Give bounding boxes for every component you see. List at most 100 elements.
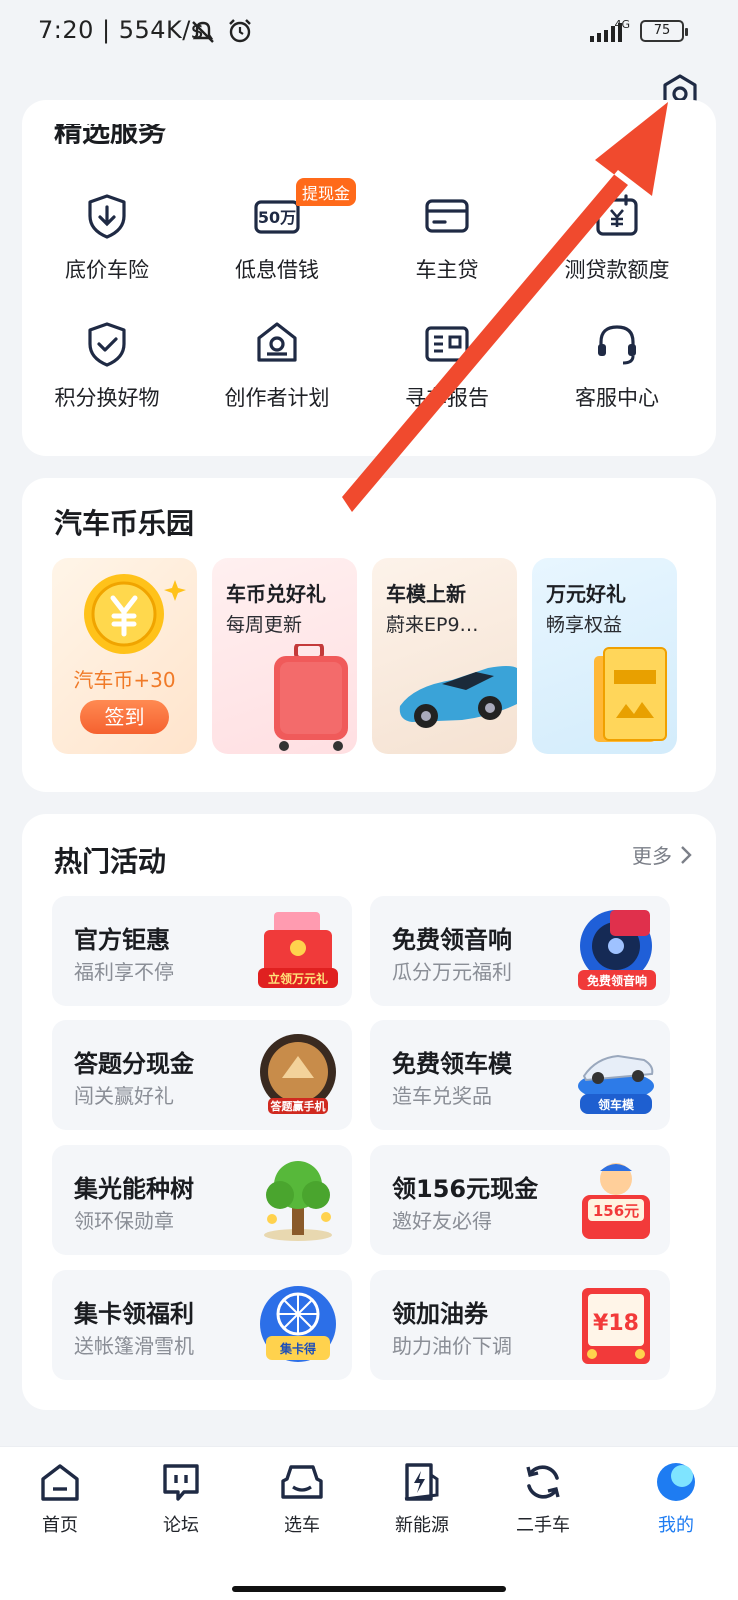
cash-badge: 提现金 (296, 178, 357, 206)
hot-events-card: 热门活动 更多 官方钜惠 福利享不停 立领万元礼 免费领音响 瓜分万元福利 免费… (22, 814, 716, 1410)
service-label: 寻车报告 (405, 386, 489, 410)
nav-label: 选车 (284, 1515, 320, 1536)
calendar-yen-icon (596, 194, 638, 236)
nav-select-car[interactable]: 选车 (252, 1461, 352, 1537)
fifty-wan-icon: 50万 (254, 200, 300, 234)
charging-icon (404, 1463, 439, 1501)
refresh-icon (526, 1465, 560, 1499)
quiz-trophy-icon: 答题赢手机 (260, 1034, 336, 1114)
shield-check-icon (88, 322, 126, 367)
nav-label: 首页 (42, 1515, 78, 1536)
service-points-mall[interactable]: 积分换好物 (22, 320, 192, 412)
event-art-label: 156元 (593, 1202, 639, 1220)
nav-profile[interactable]: 我的 (626, 1461, 726, 1537)
service-owner-loan[interactable]: 车主贷 (362, 192, 532, 284)
nav-forum[interactable]: 论坛 (131, 1461, 231, 1537)
service-label: 创作者计划 (224, 386, 330, 410)
alarm-icon (229, 19, 251, 43)
event-official-deals[interactable]: 官方钜惠 福利享不停 立领万元礼 (52, 896, 352, 1006)
tree-icon (264, 1161, 332, 1241)
svg-text:50万: 50万 (258, 208, 296, 227)
tile-subtitle: 蔚来EP9… (386, 614, 479, 636)
nav-home[interactable]: 首页 (10, 1461, 110, 1537)
report-icon (425, 326, 469, 362)
shield-download-icon (88, 194, 126, 239)
event-solar-tree[interactable]: 集光能种树 领环保勋章 (52, 1145, 352, 1255)
red-envelope-icon: 立领万元礼 (258, 912, 338, 988)
nav-new-energy[interactable]: 新能源 (372, 1461, 472, 1537)
checkin-tile[interactable]: 汽车币+30 签到 (52, 558, 197, 754)
coin-exchange-tile[interactable]: 车币兑好礼 每周更新 (212, 558, 357, 754)
fuel-coupon-icon: ¥18 (582, 1288, 650, 1364)
forum-icon (163, 1464, 199, 1501)
tile-title: 万元好礼 (546, 582, 626, 606)
race-car-icon (399, 666, 517, 728)
profile-icon (657, 1463, 695, 1501)
coin-reward: 汽车币+30 (73, 668, 176, 692)
car-model-icon: 领车模 (578, 1054, 654, 1114)
event-156-cash[interactable]: 领156元现金 邀好友必得 156元 (370, 1145, 670, 1255)
event-subtitle: 闯关赢好礼 (74, 1084, 174, 1108)
bottom-nav: 首页 论坛 选车 新能源 二手车 我的 (0, 1446, 738, 1600)
event-title: 集卡领福利 (74, 1300, 194, 1328)
event-art-label: ¥18 (593, 1311, 639, 1336)
signal-icon (590, 23, 622, 42)
service-label: 积分换好物 (54, 386, 160, 410)
service-label: 车主贷 (415, 258, 479, 282)
event-title: 集光能种树 (74, 1175, 194, 1203)
event-quiz-cash[interactable]: 答题分现金 闯关赢好礼 答题赢手机 (52, 1020, 352, 1130)
event-title: 答题分现金 (74, 1050, 194, 1078)
coin-park-card: 汽车币乐园 汽车币+30 签到 车币兑好礼 每周更新 车模上新 蔚来EP9… 万… (22, 478, 716, 792)
service-car-insurance[interactable]: 底价车险 (22, 192, 192, 284)
services-title: 精选服务 (54, 124, 167, 148)
headset-icon (598, 325, 636, 365)
nav-label: 我的 (658, 1515, 694, 1536)
service-loan[interactable]: 50万 提现金 低息借钱 (192, 178, 362, 284)
suitcase-icon (274, 644, 348, 751)
event-subtitle: 邀好友必得 (392, 1209, 492, 1233)
services-card: 精选服务 底价车险 50万 提现金 低息借钱 车主贷 测贷款额度 积分换好物 创… (22, 100, 716, 509)
nav-used-car[interactable]: 二手车 (493, 1461, 593, 1537)
chevron-right-icon (681, 845, 692, 864)
coin-park-title: 汽车币乐园 (54, 507, 195, 540)
car-model-tile[interactable]: 车模上新 蔚来EP9… (372, 558, 517, 754)
service-creator-plan[interactable]: 创作者计划 (192, 320, 362, 412)
event-card-collect[interactable]: 集卡领福利 送帐篷滑雪机 集卡得 (52, 1270, 352, 1380)
event-title: 领加油券 (392, 1300, 488, 1328)
service-car-report[interactable]: 寻车报告 (362, 320, 532, 412)
event-title: 免费领车模 (392, 1050, 512, 1078)
event-title: 领156元现金 (392, 1175, 539, 1203)
nav-label: 二手车 (516, 1515, 570, 1536)
creator-house-icon (257, 322, 297, 362)
event-free-car-model[interactable]: 免费领车模 造车兑奖品 领车模 (370, 1020, 670, 1130)
mute-icon (192, 21, 214, 43)
event-subtitle: 送帐篷滑雪机 (74, 1334, 194, 1358)
car-icon (281, 1465, 323, 1499)
home-indicator (232, 1586, 506, 1592)
cash-coupon-icon: 156元 (582, 1163, 650, 1239)
event-art-label: 集卡得 (279, 1341, 316, 1356)
status-time: 7:20 | 554K/s (38, 16, 204, 44)
event-subtitle: 造车兑奖品 (392, 1084, 492, 1108)
tile-subtitle: 畅享权益 (546, 614, 623, 636)
gift-rights-tile[interactable]: 万元好礼 畅享权益 (532, 558, 677, 754)
services-grid: 精选服务 底价车险 50万 提现金 低息借钱 车主贷 测贷款额度 积分换好物 创… (22, 124, 716, 456)
more-link[interactable]: 更多 (632, 840, 692, 869)
rights-card-icon (594, 647, 667, 742)
service-customer-center[interactable]: 客服中心 (532, 320, 702, 412)
battery-indicator: 75 (640, 20, 688, 42)
event-title: 免费领音响 (392, 926, 512, 954)
event-subtitle: 助力油价下调 (392, 1334, 512, 1358)
status-bar: 7:20 | 554K/s 4G 75 (0, 0, 738, 64)
event-subtitle: 福利享不停 (74, 960, 174, 984)
event-fuel-coupon[interactable]: 领加油券 助力油价下调 ¥18 (370, 1270, 670, 1380)
event-subtitle: 领环保勋章 (74, 1209, 174, 1233)
event-free-speaker[interactable]: 免费领音响 瓜分万元福利 免费领音响 (370, 896, 670, 1006)
checkin-button[interactable]: 签到 (80, 700, 169, 734)
tile-title: 车币兑好礼 (226, 582, 326, 606)
event-art-label: 立领万元礼 (268, 971, 328, 986)
nav-label: 论坛 (163, 1515, 199, 1536)
speaker-disc-icon: 免费领音响 (578, 910, 656, 990)
tile-title: 车模上新 (386, 582, 466, 606)
service-loan-quota[interactable]: 测贷款额度 (532, 192, 702, 284)
